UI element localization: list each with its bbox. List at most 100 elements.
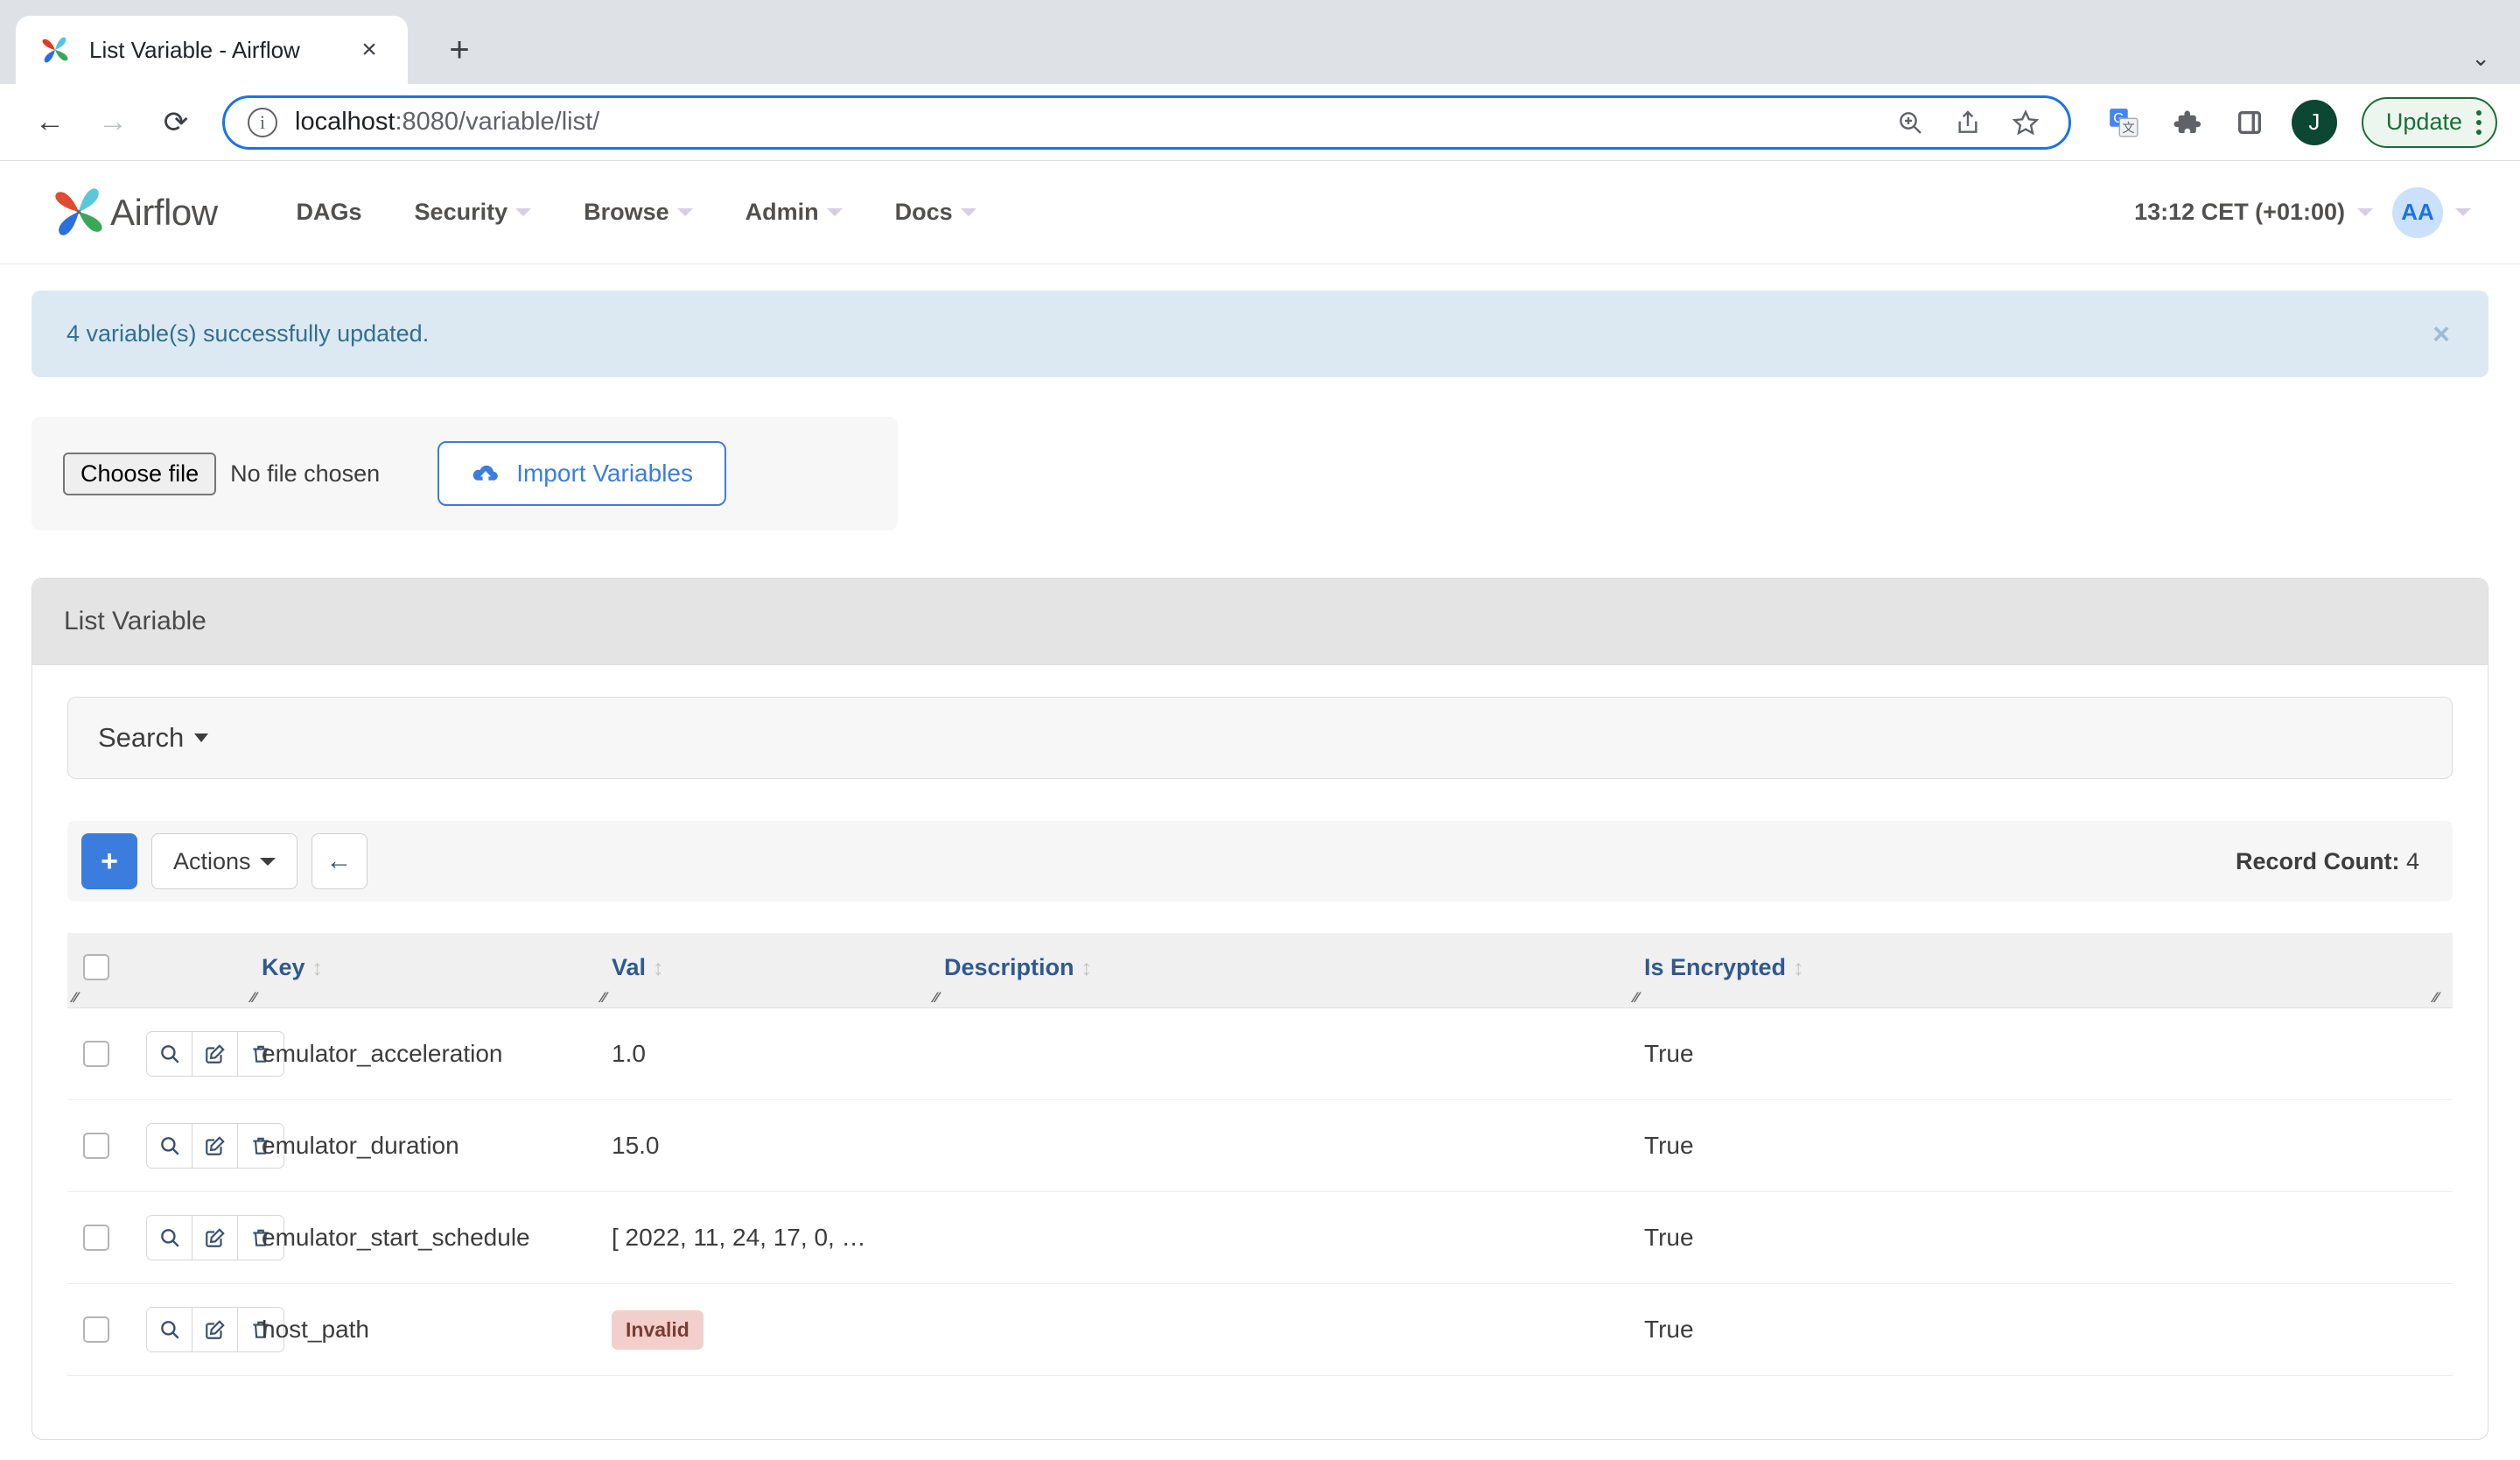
- nav-item-docs-label: Docs: [894, 199, 953, 225]
- row-select-cell: [67, 1191, 130, 1284]
- cloud-upload-icon: [472, 465, 499, 481]
- column-header-description[interactable]: Description ↕ ⁄⁄: [928, 933, 1628, 1008]
- cell-val: 15.0: [596, 1099, 928, 1192]
- edit-icon[interactable]: [192, 1124, 238, 1168]
- timezone-label: 13:12 CET (+01:00): [2134, 199, 2345, 225]
- reload-button[interactable]: ⟳: [149, 95, 203, 150]
- address-bar[interactable]: i localhost:8080/variable/list/: [222, 95, 2071, 150]
- google-translate-icon[interactable]: G 文: [2099, 98, 2148, 147]
- actions-dropdown-button[interactable]: Actions: [151, 833, 298, 889]
- resize-handle-icon[interactable]: ⁄⁄: [2433, 990, 2447, 1005]
- row-actions-cell: [130, 1007, 284, 1100]
- close-icon[interactable]: ×: [2432, 319, 2450, 349]
- row-select-cell: [67, 1099, 130, 1192]
- site-info-icon[interactable]: i: [248, 107, 277, 137]
- nav-item-admin-label: Admin: [745, 199, 819, 225]
- cell-val: Invalid: [596, 1283, 928, 1376]
- airflow-nav-right: 13:12 CET (+01:00) AA: [2134, 186, 2471, 238]
- select-all-checkbox[interactable]: [83, 954, 109, 980]
- user-menu[interactable]: AA: [2392, 186, 2471, 238]
- variables-table: ⁄⁄ Key ↕ ⁄⁄ Val ↕ ⁄⁄ Description ↕ ⁄⁄ Is…: [67, 933, 2453, 1376]
- row-checkbox[interactable]: [83, 1225, 109, 1251]
- search-icon[interactable]: [147, 1216, 192, 1260]
- actions-header: [130, 933, 246, 1008]
- import-variables-button[interactable]: Import Variables: [438, 441, 726, 506]
- search-icon[interactable]: [147, 1032, 192, 1076]
- nav-item-security-label: Security: [414, 199, 508, 225]
- edit-icon[interactable]: [192, 1308, 238, 1351]
- record-count: Record Count: 4: [2236, 848, 2439, 875]
- airflow-nav-links: DAGs Security Browse Admin Docs: [270, 199, 1003, 226]
- search-icon[interactable]: [147, 1124, 192, 1168]
- browser-menu-icon[interactable]: [2476, 109, 2482, 135]
- sort-icon[interactable]: ↕: [653, 956, 664, 980]
- chevron-down-icon[interactable]: ⌄: [2471, 45, 2490, 72]
- timezone-selector[interactable]: 13:12 CET (+01:00): [2134, 199, 2373, 226]
- cell-key: emulator_duration: [246, 1099, 596, 1192]
- table-row: emulator_acceleration 1.0 True: [67, 1007, 2453, 1100]
- nav-item-browse[interactable]: Browse: [557, 199, 719, 226]
- share-icon[interactable]: [1948, 102, 1988, 143]
- chevron-down-icon: [2357, 208, 2373, 216]
- tab-close-icon[interactable]: ×: [350, 31, 388, 69]
- sort-icon[interactable]: ↕: [312, 956, 324, 980]
- nav-item-docs[interactable]: Docs: [869, 199, 1003, 226]
- column-header-is-encrypted-label: Is Encrypted: [1644, 954, 1787, 980]
- cell-is-encrypted: True: [1628, 1283, 2453, 1376]
- resize-handle-icon[interactable]: ⁄⁄: [251, 990, 265, 1005]
- search-dropdown[interactable]: Search: [98, 722, 209, 754]
- search-label: Search: [98, 722, 185, 753]
- add-record-button[interactable]: +: [81, 833, 137, 889]
- cell-description: [928, 1007, 1628, 1100]
- browser-tab[interactable]: List Variable - Airflow ×: [16, 16, 408, 84]
- nav-item-admin[interactable]: Admin: [719, 199, 869, 226]
- profile-avatar[interactable]: J: [2291, 99, 2337, 145]
- nav-item-browse-label: Browse: [584, 199, 669, 225]
- file-input[interactable]: Choose file No file chosen: [63, 452, 381, 495]
- sort-icon[interactable]: ↕: [1082, 956, 1093, 980]
- search-bar[interactable]: Search: [67, 697, 2453, 779]
- chevron-down-icon: [676, 208, 693, 216]
- extensions-puzzle-icon[interactable]: [2162, 98, 2211, 147]
- forward-button[interactable]: →: [86, 95, 140, 150]
- new-tab-button[interactable]: +: [430, 21, 488, 79]
- table-body: emulator_acceleration 1.0 True emulator_…: [67, 1007, 2453, 1376]
- chevron-down-icon: [826, 208, 843, 216]
- update-button[interactable]: Update: [2361, 96, 2497, 148]
- select-all-header: ⁄⁄: [67, 933, 130, 1008]
- search-icon[interactable]: [147, 1308, 192, 1351]
- edit-icon[interactable]: [192, 1032, 238, 1076]
- resize-handle-icon[interactable]: ⁄⁄: [601, 990, 615, 1005]
- airflow-brand[interactable]: Airflow: [51, 186, 218, 240]
- flash-message: 4 variable(s) successfully updated. ×: [32, 291, 2488, 377]
- row-actions-cell: [130, 1191, 284, 1284]
- cell-is-encrypted: True: [1628, 1191, 2453, 1284]
- page-title: List Variable: [32, 579, 2488, 665]
- panel-body: Search + Actions ← Record Count: 4 ⁄⁄ Ke…: [32, 665, 2488, 1439]
- nav-item-dags[interactable]: DAGs: [270, 199, 388, 226]
- file-name-label: No file chosen: [230, 460, 381, 487]
- edit-icon[interactable]: [192, 1216, 238, 1260]
- row-checkbox[interactable]: [83, 1316, 109, 1343]
- column-header-val[interactable]: Val ↕ ⁄⁄: [596, 933, 928, 1008]
- chevron-down-icon: [194, 734, 209, 742]
- cell-is-encrypted: True: [1628, 1099, 2453, 1192]
- nav-item-security[interactable]: Security: [388, 199, 558, 226]
- choose-file-button[interactable]: Choose file: [63, 452, 217, 495]
- status-badge: Invalid: [612, 1309, 704, 1350]
- resize-handle-icon[interactable]: ⁄⁄: [1634, 990, 1648, 1005]
- resize-handle-icon[interactable]: ⁄⁄: [934, 990, 948, 1005]
- row-actions-cell: [130, 1099, 284, 1192]
- column-header-key[interactable]: Key ↕ ⁄⁄: [246, 933, 596, 1008]
- resize-handle-icon[interactable]: ⁄⁄: [73, 990, 87, 1005]
- back-button[interactable]: ←: [311, 833, 368, 889]
- bookmark-star-icon[interactable]: [2006, 102, 2046, 143]
- sort-icon[interactable]: ↕: [1793, 956, 1804, 980]
- row-checkbox[interactable]: [83, 1133, 109, 1159]
- side-panel-icon[interactable]: [2225, 98, 2274, 147]
- zoom-icon[interactable]: [1890, 102, 1930, 143]
- column-header-is-encrypted[interactable]: Is Encrypted ↕ ⁄⁄ ⁄⁄: [1628, 933, 2453, 1008]
- actions-label: Actions: [173, 847, 251, 874]
- back-button[interactable]: ←: [23, 95, 77, 150]
- row-checkbox[interactable]: [83, 1041, 109, 1067]
